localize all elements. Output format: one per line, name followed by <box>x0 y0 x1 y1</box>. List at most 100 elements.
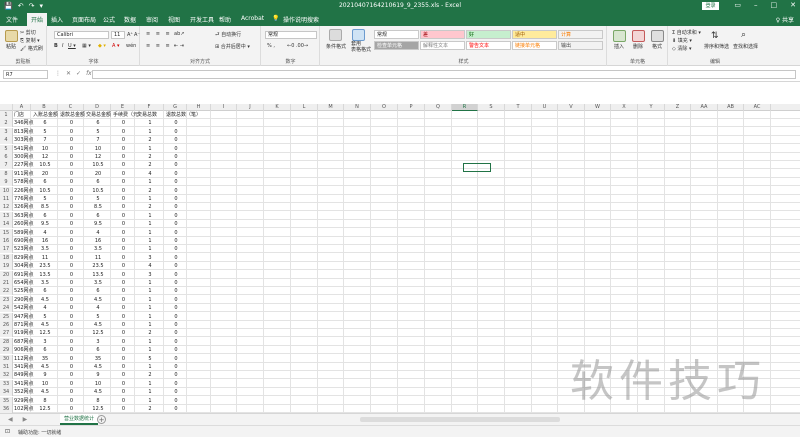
format-cells-icon[interactable] <box>651 30 664 42</box>
table-cell[interactable]: 0 <box>60 119 83 127</box>
table-cell[interactable]: 0 <box>60 178 83 186</box>
insert-cells-icon[interactable] <box>613 30 626 42</box>
table-cell[interactable]: 0 <box>166 245 186 253</box>
table-cell[interactable]: 8.5 <box>86 203 110 211</box>
table-cell[interactable]: 6 <box>33 212 57 220</box>
paste-button[interactable]: 粘贴 <box>6 43 16 50</box>
table-cell[interactable]: 1 <box>137 397 163 405</box>
cut-button[interactable]: ✂ 剪切 <box>20 29 36 36</box>
table-cell[interactable]: 0 <box>113 287 134 295</box>
header-cell[interactable]: 入账总金额 <box>33 111 58 119</box>
table-cell[interactable]: 11 <box>33 254 57 262</box>
table-cell[interactable]: 0 <box>113 397 134 405</box>
row-header[interactable]: 4 <box>0 136 13 145</box>
table-cell[interactable]: 0 <box>113 220 134 228</box>
header-cell[interactable]: 退款总金额 <box>60 111 85 119</box>
table-cell[interactable]: 4.5 <box>33 296 57 304</box>
header-cell[interactable]: 门店 <box>14 111 29 119</box>
table-cell[interactable]: 0 <box>60 212 83 220</box>
table-cell[interactable]: 0 <box>60 405 83 413</box>
table-cell[interactable]: 0 <box>60 145 83 153</box>
column-header-s[interactable]: S <box>478 104 505 111</box>
table-cell[interactable]: 1 <box>137 220 163 228</box>
table-cell[interactable]: 346网点 <box>14 119 34 127</box>
format-as-table-button[interactable]: 套用 表格格式 <box>351 41 371 53</box>
tab-developer[interactable]: 开发工具 <box>190 15 214 24</box>
table-cell[interactable]: 11 <box>86 254 110 262</box>
table-cell[interactable]: 6 <box>86 287 110 295</box>
column-header-j[interactable]: J <box>237 104 264 111</box>
table-cell[interactable]: 0 <box>166 296 186 304</box>
table-cell[interactable]: 0 <box>113 304 134 312</box>
cell-style-10[interactable]: 输出 <box>558 41 603 50</box>
table-cell[interactable]: 2 <box>137 371 163 379</box>
horizontal-scrollbar[interactable] <box>360 417 560 422</box>
bold-button[interactable]: B <box>54 43 58 49</box>
column-header-h[interactable]: H <box>187 104 211 111</box>
table-cell[interactable]: 35 <box>33 355 57 363</box>
table-cell[interactable]: 4.5 <box>86 296 110 304</box>
header-cell[interactable]: 退款总数（笔） <box>166 111 201 119</box>
accessibility-icon[interactable]: ⊡ <box>5 428 10 435</box>
table-cell[interactable]: 10.5 <box>33 161 57 169</box>
row-header[interactable]: 20 <box>0 270 13 279</box>
column-header-e[interactable]: E <box>111 104 135 111</box>
table-cell[interactable]: 0 <box>60 329 83 337</box>
table-cell[interactable]: 0 <box>60 254 83 262</box>
table-cell[interactable]: 0 <box>166 195 186 203</box>
table-cell[interactable]: 0 <box>113 245 134 253</box>
table-cell[interactable]: 102网点 <box>14 405 34 413</box>
table-cell[interactable]: 0 <box>166 237 186 245</box>
table-cell[interactable]: 0 <box>166 405 186 413</box>
font-color-button[interactable]: A ▾ <box>112 43 120 49</box>
table-cell[interactable]: 1 <box>137 304 163 312</box>
table-cell[interactable]: 0 <box>113 178 134 186</box>
wrap-text-button[interactable]: ⮐ 自动换行 <box>215 31 241 40</box>
border-button[interactable]: ▦ ▾ <box>82 43 91 49</box>
table-cell[interactable]: 12.5 <box>33 405 57 413</box>
column-header-r[interactable]: R <box>452 104 478 111</box>
table-cell[interactable]: 0 <box>113 237 134 245</box>
table-cell[interactable]: 10 <box>33 145 57 153</box>
table-cell[interactable]: 20 <box>33 170 57 178</box>
table-cell[interactable]: 0 <box>166 279 186 287</box>
table-cell[interactable]: 0 <box>166 380 186 388</box>
row-header[interactable]: 11 <box>0 195 13 203</box>
table-cell[interactable]: 0 <box>113 212 134 220</box>
table-cell[interactable]: 1 <box>137 313 163 321</box>
row-header[interactable]: 26 <box>0 321 13 329</box>
table-cell[interactable]: 578网点 <box>14 178 34 186</box>
table-cell[interactable]: 0 <box>60 229 83 237</box>
maximize-icon[interactable]: □ <box>771 1 778 9</box>
sheet-tab[interactable]: 营业数据统计 <box>60 414 98 425</box>
table-cell[interactable]: 654网点 <box>14 279 34 287</box>
row-header[interactable]: 32 <box>0 371 13 380</box>
column-header-ac[interactable]: AC <box>744 104 771 111</box>
row-header[interactable]: 33 <box>0 379 13 388</box>
table-cell[interactable]: 0 <box>113 355 134 363</box>
table-cell[interactable]: 0 <box>113 338 134 346</box>
column-header-m[interactable]: M <box>318 104 344 111</box>
table-cell[interactable]: 1 <box>137 380 163 388</box>
table-cell[interactable]: 0 <box>166 313 186 321</box>
table-cell[interactable]: 6 <box>33 346 57 354</box>
table-cell[interactable]: 341网点 <box>14 363 34 371</box>
conditional-format-button[interactable]: 条件格式 <box>326 43 346 50</box>
table-cell[interactable]: 911网点 <box>14 170 34 178</box>
table-cell[interactable]: 0 <box>60 187 83 195</box>
row-header[interactable]: 24 <box>0 304 13 313</box>
table-cell[interactable]: 0 <box>60 161 83 169</box>
table-cell[interactable]: 4 <box>137 262 163 270</box>
table-cell[interactable]: 0 <box>166 262 186 270</box>
table-cell[interactable]: 12.5 <box>86 329 110 337</box>
table-cell[interactable]: 6 <box>33 178 57 186</box>
table-cell[interactable]: 4.5 <box>33 321 57 329</box>
table-cell[interactable]: 0 <box>166 321 186 329</box>
table-cell[interactable]: 341网点 <box>14 380 34 388</box>
clear-button[interactable]: ◇ 清除 ▾ <box>672 45 692 52</box>
table-cell[interactable]: 1 <box>137 178 163 186</box>
table-cell[interactable]: 3 <box>33 338 57 346</box>
table-cell[interactable]: 0 <box>113 296 134 304</box>
table-cell[interactable]: 304网点 <box>14 262 34 270</box>
table-cell[interactable]: 226网点 <box>14 187 34 195</box>
